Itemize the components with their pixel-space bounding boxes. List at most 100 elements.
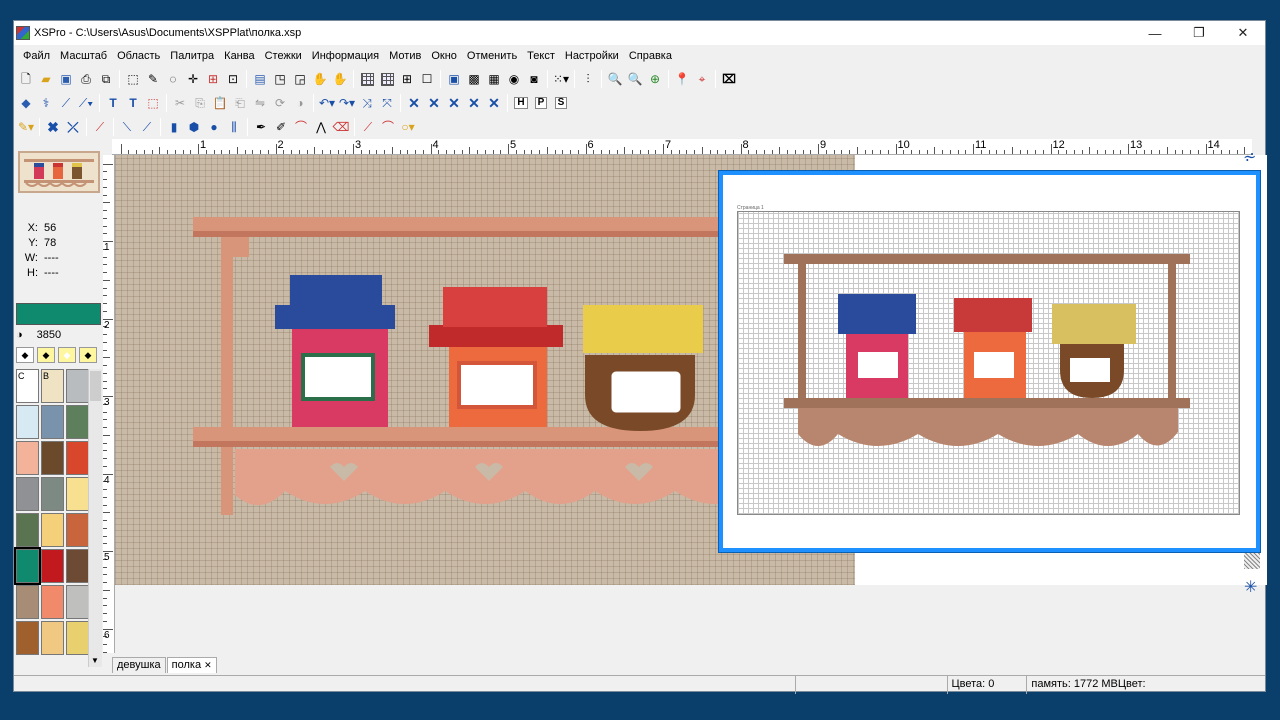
pen-icon[interactable]: ✒ bbox=[252, 118, 270, 136]
palette-swatch[interactable] bbox=[66, 441, 89, 475]
palette-swatch[interactable] bbox=[41, 549, 64, 583]
hatch-icon[interactable] bbox=[1244, 553, 1260, 569]
lasso-icon[interactable]: ◌ bbox=[164, 70, 182, 88]
new-file-icon[interactable]: 🗋 bbox=[17, 70, 35, 88]
stitch-half-icon[interactable]: ▩ bbox=[465, 70, 483, 88]
palette-swatch[interactable] bbox=[66, 549, 89, 583]
print-preview-panel[interactable]: Страница 1 bbox=[719, 171, 1260, 552]
grid-large-icon[interactable]: ⊞ bbox=[398, 70, 416, 88]
curve-icon[interactable]: ⌒ bbox=[292, 118, 310, 136]
paste-icon[interactable]: 📋 bbox=[211, 94, 229, 112]
stitch-quarter-icon[interactable]: ▦ bbox=[485, 70, 503, 88]
view-icon[interactable]: ▤ bbox=[251, 70, 269, 88]
bar-icon[interactable]: ▮ bbox=[165, 118, 183, 136]
current-color-swatch[interactable] bbox=[16, 303, 101, 325]
menu-undo[interactable]: Отменить bbox=[462, 50, 522, 62]
palette-swatch[interactable] bbox=[16, 441, 39, 475]
copy-icon[interactable]: ⎘ bbox=[191, 94, 209, 112]
blank-icon[interactable]: ☐ bbox=[418, 70, 436, 88]
backstitch-icon[interactable]: ⟋ bbox=[91, 118, 109, 136]
symbol-diamond-icon[interactable]: ◆ bbox=[16, 347, 34, 363]
text-frame-icon[interactable]: ⬚ bbox=[144, 94, 162, 112]
palette-swatch[interactable] bbox=[66, 405, 89, 439]
pen-alt-icon[interactable]: ✐ bbox=[272, 118, 290, 136]
select-cross-icon[interactable]: ⊡ bbox=[224, 70, 242, 88]
flip-icon[interactable]: ◑ bbox=[291, 94, 309, 112]
palette-swatch[interactable] bbox=[41, 477, 64, 511]
stitch-fill-icon[interactable]: ⩫ bbox=[1243, 147, 1256, 167]
palette-swatch[interactable] bbox=[16, 621, 39, 655]
pin-remove-icon[interactable]: ⌖ bbox=[693, 70, 711, 88]
open-folder-icon[interactable]: ▰ bbox=[37, 70, 55, 88]
stitch-symbol-icon[interactable]: ◙ bbox=[525, 70, 543, 88]
menu-settings[interactable]: Настройки bbox=[560, 50, 624, 62]
star-stitch-icon[interactable]: ✳ bbox=[1244, 577, 1257, 597]
rotate-icon[interactable]: ⟳ bbox=[271, 94, 289, 112]
hand-icon[interactable]: ✋ bbox=[311, 70, 329, 88]
restore-button[interactable]: ❐ bbox=[1177, 21, 1221, 45]
zoom-window-icon[interactable]: ◳ bbox=[271, 70, 289, 88]
palette-swatch[interactable] bbox=[14, 547, 41, 585]
palette-swatch[interactable] bbox=[16, 585, 39, 619]
grid-dropdown-icon[interactable]: ⁙▾ bbox=[552, 70, 570, 88]
arc-red-icon[interactable]: ⌒ bbox=[379, 118, 397, 136]
zoom-out-icon[interactable]: 🔍 bbox=[626, 70, 644, 88]
full-stitch-icon[interactable]: ✖ bbox=[44, 118, 62, 136]
palette-swatch[interactable] bbox=[66, 621, 89, 655]
stitch-full-icon[interactable]: ▣ bbox=[445, 70, 463, 88]
palette-swatch[interactable] bbox=[41, 441, 64, 475]
half-stitch-icon[interactable]: ⤫ bbox=[64, 118, 82, 136]
select-rect-icon[interactable]: ⬚ bbox=[124, 70, 142, 88]
print-preview-icon[interactable]: ⧉ bbox=[97, 70, 115, 88]
p-button[interactable]: P bbox=[532, 94, 550, 112]
palette-swatch[interactable]: C bbox=[16, 369, 39, 403]
menu-motif[interactable]: Мотив bbox=[384, 50, 426, 62]
curve-alt-icon[interactable]: ⋀ bbox=[312, 118, 330, 136]
tab-polka[interactable]: полка ✕ bbox=[166, 657, 217, 673]
tab-devushka[interactable]: девушка bbox=[112, 657, 166, 673]
needle-dropdown-icon[interactable]: ⟋▾ bbox=[77, 94, 95, 112]
menu-help[interactable]: Справка bbox=[624, 50, 677, 62]
stitch-tool-icon[interactable]: ⤨ bbox=[358, 94, 376, 112]
undo-icon[interactable]: ↶▾ bbox=[318, 94, 336, 112]
bead-icon[interactable]: ● bbox=[205, 118, 223, 136]
menu-palette[interactable]: Палитра bbox=[165, 50, 219, 62]
symbol-yellow-3-icon[interactable]: ◆ bbox=[79, 347, 97, 363]
h-button[interactable]: H bbox=[512, 94, 530, 112]
palette-swatch[interactable]: B bbox=[41, 369, 64, 403]
clear-fx-icon[interactable]: ⌧ bbox=[720, 70, 738, 88]
line-icon[interactable]: ⟍ bbox=[118, 118, 136, 136]
cross-stitch-icon[interactable]: ✕ bbox=[405, 94, 423, 112]
text-icon[interactable]: T bbox=[104, 94, 122, 112]
minimize-button[interactable]: — bbox=[1133, 21, 1177, 45]
circle-dropdown-icon[interactable]: ○▾ bbox=[399, 118, 417, 136]
palette-swatch[interactable] bbox=[66, 513, 89, 547]
blob-icon[interactable]: ⬢ bbox=[185, 118, 203, 136]
crosshair-icon[interactable]: ✛ bbox=[184, 70, 202, 88]
ruler-icon[interactable]: ⫶ bbox=[579, 70, 597, 88]
needle-icon[interactable]: ⚕ bbox=[37, 94, 55, 112]
palette-swatch[interactable] bbox=[66, 477, 89, 511]
close-tab-icon[interactable]: ✕ bbox=[204, 660, 212, 670]
pencil-dropdown-icon[interactable]: ✎▾ bbox=[17, 118, 35, 136]
select-freehand-icon[interactable]: ✎ bbox=[144, 70, 162, 88]
palette-swatch[interactable] bbox=[41, 621, 64, 655]
menu-window[interactable]: Окно bbox=[426, 50, 462, 62]
zoom-in-icon[interactable]: 🔍 bbox=[606, 70, 624, 88]
palette-swatch[interactable] bbox=[16, 477, 39, 511]
scroll-down-icon[interactable]: ▼ bbox=[91, 656, 99, 665]
hand-alt-icon[interactable]: ✋ bbox=[331, 70, 349, 88]
redo-icon[interactable]: ↷▾ bbox=[338, 94, 356, 112]
cross-stitch-4-icon[interactable]: ✕ bbox=[465, 94, 483, 112]
save-icon[interactable]: ▣ bbox=[57, 70, 75, 88]
palette-swatch[interactable] bbox=[41, 585, 64, 619]
menu-area[interactable]: Область bbox=[112, 50, 165, 62]
cross-stitch-2-icon[interactable]: ✕ bbox=[425, 94, 443, 112]
copy-window-icon[interactable]: ◲ bbox=[291, 70, 309, 88]
print-icon[interactable]: ⎙ bbox=[77, 70, 95, 88]
cut-icon[interactable]: ✂ bbox=[171, 94, 189, 112]
needle-thread-icon[interactable]: ⟋ bbox=[57, 94, 75, 112]
palette-scrollbar[interactable]: ▼ bbox=[88, 369, 102, 667]
menu-canvas[interactable]: Канва bbox=[219, 50, 259, 62]
select-color-icon[interactable]: ⊞ bbox=[204, 70, 222, 88]
